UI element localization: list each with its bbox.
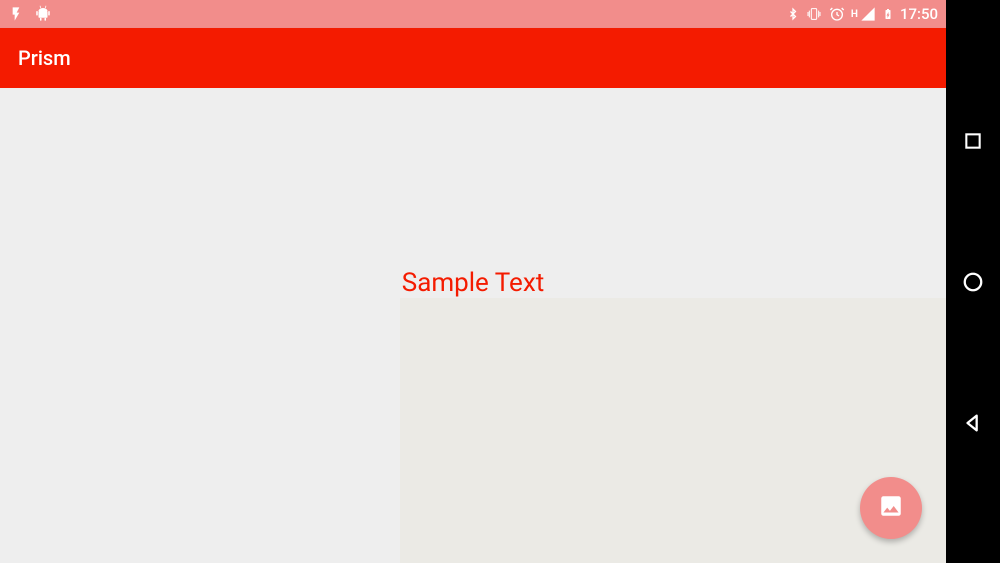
app-toolbar: Prism [0, 28, 946, 88]
home-button[interactable] [959, 268, 987, 296]
status-bar-left [8, 5, 52, 23]
fab-image-button[interactable] [860, 477, 922, 539]
image-icon [878, 493, 904, 523]
alarm-icon [829, 6, 845, 22]
status-bar: H 17:50 [0, 0, 946, 28]
bugdroid-icon [34, 5, 52, 23]
sample-text-label: Sample Text [402, 268, 544, 298]
content-area: Sample Text [0, 88, 946, 563]
navigation-bar [946, 0, 1000, 563]
battery-charging-icon [882, 5, 894, 23]
flash-icon [8, 6, 24, 22]
status-bar-time: 17:50 [900, 5, 938, 23]
vibrate-icon [805, 6, 823, 22]
network-type-label: H [851, 9, 858, 20]
bluetooth-icon [787, 6, 799, 22]
back-button[interactable] [959, 409, 987, 437]
status-bar-right: H 17:50 [787, 5, 938, 23]
signal-icon [860, 6, 876, 22]
recent-apps-button[interactable] [959, 127, 987, 155]
toolbar-title: Prism [18, 46, 71, 70]
app-area: H 17:50 Prism Sample Text [0, 0, 946, 563]
